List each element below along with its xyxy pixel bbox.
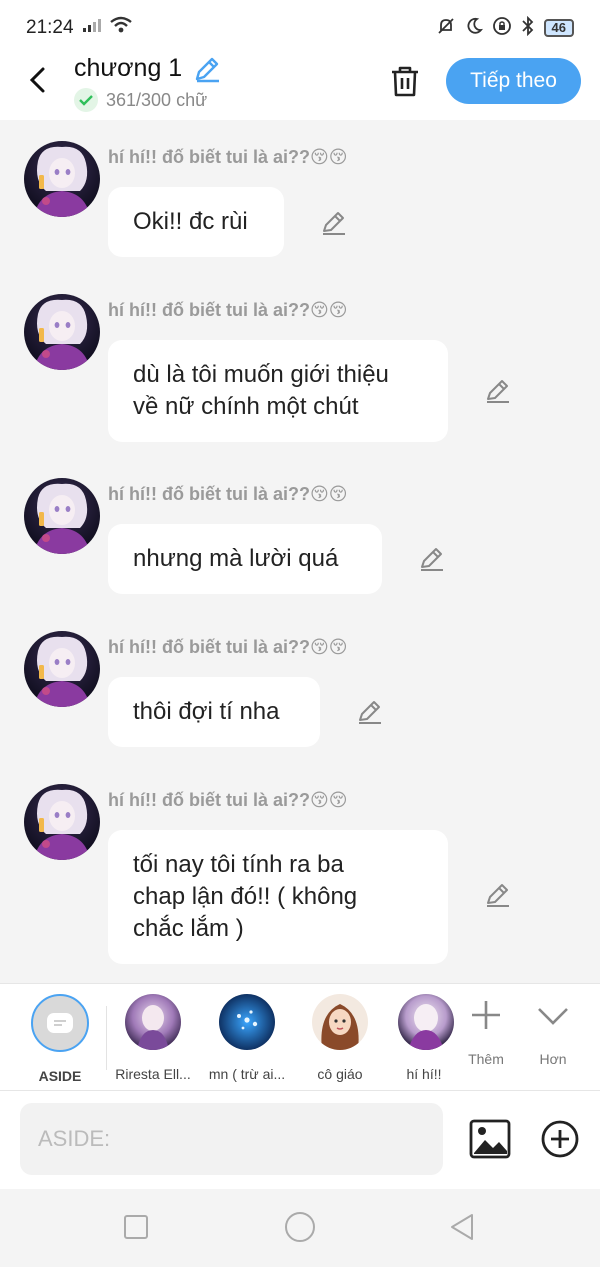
- message-text-line: Oki!! đc rùi: [133, 208, 248, 235]
- more-label: Thêm: [468, 1051, 504, 1067]
- system-nav-bar: [0, 1189, 600, 1267]
- input-placeholder: ASIDE:: [38, 1126, 111, 1151]
- character-hi-hi[interactable]: hí hí!!: [372, 994, 454, 1082]
- message-bubble[interactable]: thôi đợi tí nha: [108, 677, 320, 747]
- delete-button[interactable]: [384, 60, 426, 102]
- avatar: [219, 994, 275, 1050]
- sender-name: hí hí!! đố biết tui là ai??😚😚: [108, 790, 348, 810]
- character-name: ASIDE: [38, 1068, 82, 1084]
- character-mn[interactable]: mn ( trừ ai...: [205, 994, 289, 1082]
- edit-message-button[interactable]: [484, 881, 512, 909]
- character-name: cô giáo: [317, 1066, 363, 1082]
- collapse-label: Hơn: [539, 1051, 567, 1067]
- message-bubble[interactable]: tối nay tôi tính ra ba chap lận đó!! ( kh…: [108, 830, 448, 964]
- edit-message-button[interactable]: [320, 209, 348, 237]
- plus-circle-icon: [541, 1120, 579, 1158]
- message-input[interactable]: ASIDE:: [20, 1103, 443, 1175]
- pencil-icon: [421, 548, 443, 571]
- input-area: ASIDE:: [0, 1091, 600, 1189]
- signal-icon: [82, 17, 102, 39]
- character-co-giao[interactable]: cô giáo: [298, 994, 382, 1082]
- character-bar: ASIDE Riresta Ell... mn ( trừ ai... cô g…: [0, 983, 600, 1091]
- message-text-line: chap lận đó!! ( không: [133, 883, 358, 910]
- edit-message-button[interactable]: [418, 545, 446, 573]
- battery-icon: 46: [543, 19, 574, 37]
- triangle-back-icon: [451, 1214, 473, 1240]
- mute-bell-icon: [436, 16, 456, 41]
- chevron-left-icon: [29, 67, 45, 93]
- bluetooth-icon: [520, 15, 536, 41]
- sender-name: hí hí!! đố biết tui là ai??😚😚: [108, 147, 348, 167]
- character-riresta[interactable]: Riresta Ell...: [111, 994, 195, 1082]
- next-button[interactable]: Tiếp theo: [446, 58, 581, 104]
- edit-message-button[interactable]: [356, 698, 384, 726]
- add-content-button[interactable]: [538, 1117, 582, 1161]
- pencil-icon: [323, 212, 345, 235]
- message-text-line: chắc lắm ): [133, 915, 244, 942]
- clock: 21:24: [26, 17, 74, 38]
- avatar[interactable]: [24, 784, 100, 860]
- trash-icon: [392, 66, 418, 97]
- header: chương 1 361/300 chữ Tiếp theo: [0, 46, 600, 120]
- edit-message-button[interactable]: [484, 377, 512, 405]
- back-button[interactable]: [18, 60, 58, 100]
- expand-button[interactable]: Hơn: [523, 998, 583, 1067]
- character-name: mn ( trừ ai...: [208, 1066, 286, 1082]
- insert-image-button[interactable]: [468, 1117, 512, 1161]
- character-aside[interactable]: ASIDE: [18, 994, 102, 1084]
- speech-bubble-icon: [47, 1013, 73, 1033]
- message-text-line: về nữ chính một chút: [133, 393, 359, 420]
- avatar[interactable]: [24, 294, 100, 370]
- circle-icon: [285, 1212, 315, 1242]
- plus-icon: [472, 1001, 500, 1029]
- message-text-line: dù là tôi muốn giới thiệu: [133, 361, 389, 388]
- edit-title-button[interactable]: [192, 54, 222, 84]
- sender-name: hí hí!! đố biết tui là ai??😚😚: [108, 300, 348, 320]
- wifi-icon: [109, 16, 132, 40]
- lock-rotation-icon: [492, 16, 512, 41]
- message-bubble[interactable]: dù là tôi muốn giới thiệu về nữ chính một…: [108, 340, 448, 442]
- message-bubble[interactable]: nhưng mà lười quá: [108, 524, 382, 594]
- word-count-row: 361/300 chữ: [74, 88, 207, 112]
- sender-name: hí hí!! đố biết tui là ai??😚😚: [108, 637, 348, 657]
- home-button[interactable]: [280, 1207, 320, 1247]
- back-nav-button[interactable]: [442, 1207, 482, 1247]
- add-character-button[interactable]: Thêm: [456, 998, 516, 1067]
- recents-button[interactable]: [116, 1207, 156, 1247]
- message-text-line: nhưng mà lười quá: [133, 545, 339, 572]
- avatar[interactable]: [24, 141, 100, 217]
- chapter-title: chương 1: [74, 54, 183, 82]
- message-text-line: tối nay tôi tính ra ba: [133, 851, 344, 878]
- divider: [106, 1006, 107, 1070]
- character-name: hí hí!!: [406, 1066, 442, 1082]
- avatar: [312, 994, 368, 1050]
- avatar[interactable]: [24, 478, 100, 554]
- chevron-down-icon: [538, 1008, 568, 1025]
- pencil-icon: [359, 701, 381, 724]
- sender-name: hí hí!! đố biết tui là ai??😚😚: [108, 484, 348, 504]
- image-icon: [469, 1119, 511, 1159]
- character-name: Riresta Ell...: [115, 1066, 191, 1082]
- message-bubble[interactable]: Oki!! đc rùi: [108, 187, 284, 257]
- pencil-icon: [487, 380, 509, 403]
- avatar: [398, 994, 454, 1050]
- aside-avatar: [31, 994, 89, 1052]
- pencil-icon: [195, 57, 219, 83]
- message-text-line: thôi đợi tí nha: [133, 698, 280, 725]
- avatar[interactable]: [24, 631, 100, 707]
- avatar: [125, 994, 181, 1050]
- pencil-icon: [487, 884, 509, 907]
- word-count: 361/300 chữ: [106, 89, 208, 110]
- moon-icon: [464, 16, 484, 41]
- square-icon: [124, 1215, 148, 1239]
- check-icon: [74, 88, 98, 112]
